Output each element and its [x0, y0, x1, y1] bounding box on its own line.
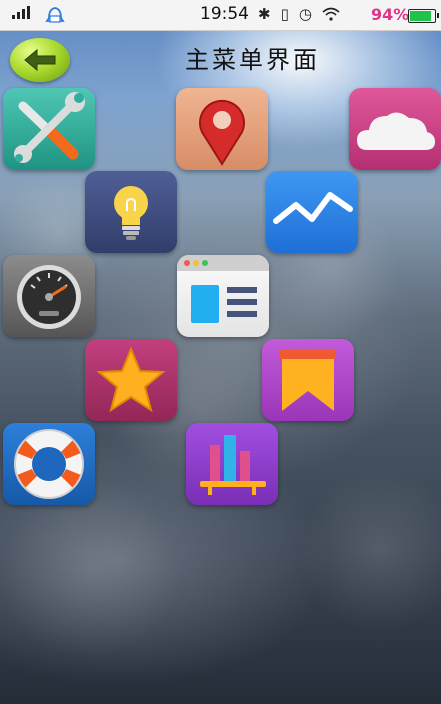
- signal-icon: [12, 6, 30, 19]
- battery-icon: [408, 9, 439, 23]
- lightbulb-icon: [114, 186, 148, 240]
- clock-time: 19:54: [200, 4, 249, 24]
- back-button[interactable]: [10, 38, 70, 82]
- speed-tile[interactable]: [3, 255, 95, 337]
- chart-tile[interactable]: [266, 171, 358, 253]
- battery-percent: 94%: [371, 5, 410, 24]
- speedometer-icon: [17, 265, 81, 329]
- tools-tile[interactable]: [3, 88, 95, 170]
- cloud-icon: [357, 112, 435, 150]
- bluetooth-icon: ✱: [258, 5, 271, 23]
- star-icon: [96, 346, 166, 413]
- cloud-tile[interactable]: [349, 88, 441, 170]
- location-tile[interactable]: [176, 88, 268, 170]
- map-pin-icon: [199, 99, 245, 166]
- alarm-icon: ◷: [298, 5, 312, 23]
- back-arrow-icon: [24, 48, 56, 72]
- idea-tile[interactable]: [85, 171, 177, 253]
- vibrate-icon: ▯: [280, 5, 289, 23]
- bookmark-icon: [280, 349, 336, 411]
- page-title: 主菜单界面: [185, 46, 320, 74]
- wifi-icon: [322, 7, 340, 21]
- main-menu-screen: 19:54 ✱ ▯ ◷ 94% 主菜单界面: [0, 0, 441, 704]
- status-bar: 19:54 ✱ ▯ ◷ 94%: [0, 0, 441, 31]
- favorite-tile[interactable]: [85, 339, 177, 421]
- browser-tile[interactable]: [177, 255, 269, 337]
- tools-icon: [14, 92, 85, 163]
- browser-window-icon: [177, 255, 269, 323]
- library-tile[interactable]: [186, 423, 278, 505]
- line-chart-icon: [273, 192, 353, 224]
- help-tile[interactable]: [3, 423, 95, 505]
- bookmark-tile[interactable]: [262, 339, 354, 421]
- bookshelf-icon: [200, 435, 266, 495]
- lifebuoy-icon: [14, 429, 84, 499]
- notification-icon: [45, 7, 65, 23]
